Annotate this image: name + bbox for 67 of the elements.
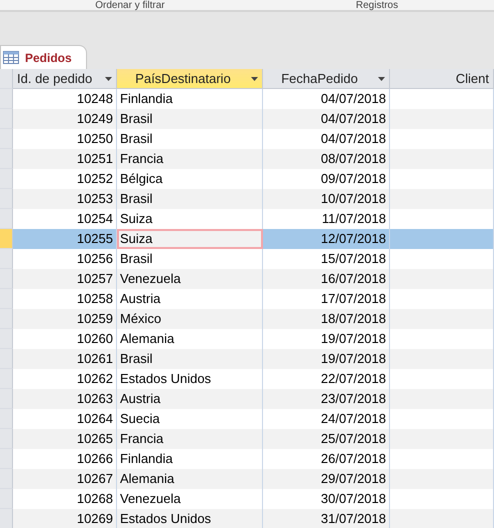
row-selector[interactable] bbox=[0, 89, 13, 109]
row-selector[interactable] bbox=[0, 509, 13, 528]
ribbon-group-label: Ordenar y filtrar bbox=[94, 0, 166, 10]
column-header[interactable]: Client bbox=[390, 69, 494, 89]
table-cell: Brasil bbox=[117, 189, 263, 209]
table-cell: 31/07/2018 bbox=[263, 509, 390, 528]
table-cell: 19/07/2018 bbox=[263, 349, 390, 369]
row-selector[interactable] bbox=[0, 229, 13, 249]
table-cell: 18/07/2018 bbox=[263, 309, 390, 329]
row-selector[interactable] bbox=[0, 129, 13, 149]
ribbon-group-label: Registros bbox=[354, 0, 400, 10]
dropdown-arrow-icon[interactable] bbox=[378, 76, 385, 80]
table-icon bbox=[3, 51, 19, 64]
table-cell: 23/07/2018 bbox=[263, 389, 390, 409]
row-selector[interactable] bbox=[0, 389, 13, 409]
table-cell: 10257 bbox=[13, 269, 117, 289]
table-cell: 08/07/2018 bbox=[263, 149, 390, 169]
table-cell: 25/07/2018 bbox=[263, 429, 390, 449]
table-cell: Francia bbox=[117, 429, 263, 449]
table-cell: 10253 bbox=[13, 189, 117, 209]
table-cell: Estados Unidos bbox=[117, 509, 263, 528]
row-selector[interactable] bbox=[0, 329, 13, 349]
table-cell: Brasil bbox=[117, 349, 263, 369]
table-cell: 10251 bbox=[13, 149, 117, 169]
table-cell: 10261 bbox=[13, 349, 117, 369]
table-cell: 10265 bbox=[13, 429, 117, 449]
row-selector[interactable] bbox=[0, 489, 13, 509]
row-selector[interactable] bbox=[0, 429, 13, 449]
input-field[interactable]: Suiza bbox=[117, 229, 263, 249]
row-selector[interactable] bbox=[0, 249, 13, 269]
table-cell: 04/07/2018 bbox=[263, 109, 390, 129]
table-cell: 10263 bbox=[13, 389, 117, 409]
row-selector[interactable] bbox=[0, 349, 13, 369]
row-selector[interactable] bbox=[0, 469, 13, 489]
table-cell: 10269 bbox=[13, 509, 117, 528]
row-selector[interactable] bbox=[0, 449, 13, 469]
column-header[interactable]: Id. de pedido bbox=[13, 69, 117, 89]
document-tab[interactable]: Pedidos bbox=[0, 45, 87, 69]
table-cell: Francia bbox=[117, 149, 263, 169]
row-selector[interactable] bbox=[0, 169, 13, 189]
table-cell: 16/07/2018 bbox=[263, 269, 390, 289]
row-selector[interactable] bbox=[0, 289, 13, 309]
table-cell: Austria bbox=[117, 389, 263, 409]
dropdown-arrow-icon[interactable] bbox=[105, 76, 112, 80]
column-header[interactable]: PaísDestinatario bbox=[117, 69, 263, 89]
row-selector[interactable] bbox=[0, 149, 13, 169]
row-selector[interactable] bbox=[0, 269, 13, 289]
table-cell: 12/07/2018 bbox=[263, 229, 390, 249]
select-all-corner bbox=[0, 69, 13, 89]
table-cell: México bbox=[117, 309, 263, 329]
column-header[interactable]: FechaPedido bbox=[263, 69, 390, 89]
row-selector[interactable] bbox=[0, 189, 13, 209]
table-cell: 29/07/2018 bbox=[263, 469, 390, 489]
table-cell: 10249 bbox=[13, 109, 117, 129]
table-cell: 10/07/2018 bbox=[263, 189, 390, 209]
table-cell: Brasil bbox=[117, 109, 263, 129]
row-selector[interactable] bbox=[0, 369, 13, 389]
table-cell: Alemania bbox=[117, 469, 263, 489]
row-selector[interactable] bbox=[0, 309, 13, 329]
dropdown-arrow-icon[interactable] bbox=[251, 76, 258, 80]
table-cell: 10259 bbox=[13, 309, 117, 329]
table-cell: 10267 bbox=[13, 469, 117, 489]
row-selector[interactable] bbox=[0, 409, 13, 429]
row-selector[interactable] bbox=[0, 109, 13, 129]
row-selector[interactable] bbox=[0, 209, 13, 229]
table-cell: Venezuela bbox=[117, 269, 263, 289]
table-cell: 10255 bbox=[13, 229, 117, 249]
